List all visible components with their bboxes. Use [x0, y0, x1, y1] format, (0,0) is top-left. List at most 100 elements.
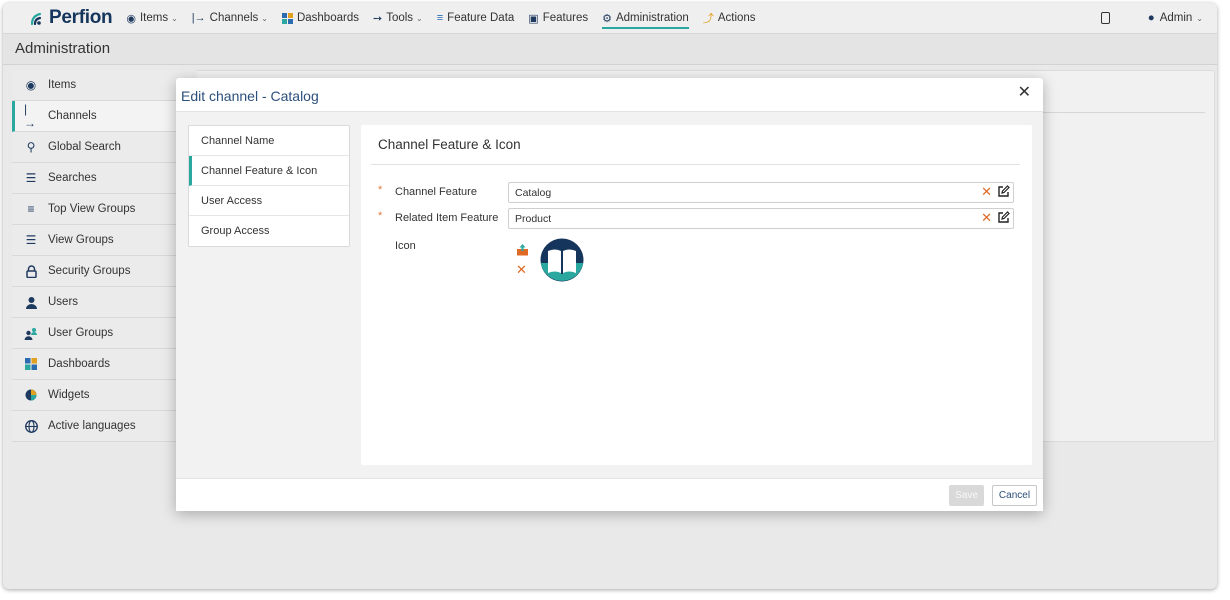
upload-icon[interactable]	[516, 243, 529, 256]
chevron-down-icon: ⌄	[171, 13, 178, 23]
page-header: Administration	[3, 33, 1217, 65]
perfion-logo[interactable]: Perfion	[29, 7, 113, 29]
save-button[interactable]: Save	[949, 485, 984, 506]
channel-feature-label: Channel Feature	[395, 186, 477, 198]
tab-channel-name[interactable]: Channel Name	[189, 126, 349, 156]
sidebar-item-label: Global Search	[48, 141, 121, 153]
globe-icon	[24, 419, 38, 433]
nav-items-label: Items	[139, 12, 169, 24]
sidebar-item-label: Channels	[48, 110, 97, 122]
channel-feature-field[interactable]: Catalog	[508, 182, 1014, 203]
nav-administration-label: Administration	[615, 12, 689, 24]
tab-label: Channel Name	[201, 134, 275, 147]
field-actions: ✕	[981, 185, 1010, 198]
dashboard-tiles-icon	[281, 12, 293, 24]
nav-feature-data-label: Feature Data	[447, 12, 515, 24]
sidebar-item-label: Top View Groups	[48, 203, 136, 215]
related-item-feature-value: Product	[515, 213, 552, 225]
divider	[1043, 112, 1205, 113]
searches-list-icon: ☰	[25, 171, 37, 185]
open-book-icon	[540, 238, 584, 282]
dashboard-tiles-icon	[24, 357, 38, 371]
nav-features[interactable]: ▣ Features	[528, 3, 588, 33]
user-icon: ●	[1147, 12, 1155, 24]
user-group-icon	[24, 326, 38, 340]
section-title: Channel Feature & Icon	[378, 137, 521, 152]
sidebar-item-items[interactable]: ◉ Items	[12, 70, 197, 101]
nav-items[interactable]: ◉ Items ⌄	[126, 3, 177, 33]
channel-arrow-icon: |→	[191, 12, 206, 24]
logo-text: Perfion	[49, 7, 113, 28]
edit-channel-dialog: Edit channel - Catalog ✕ Channel Name Ch…	[176, 78, 1043, 511]
view-groups-icon: ☰	[25, 233, 37, 247]
nav-features-label: Features	[542, 12, 589, 24]
dialog-tab-list: Channel Name Channel Feature & Icon User…	[188, 125, 350, 247]
tab-user-access[interactable]: User Access	[189, 186, 349, 216]
field-actions: ✕	[981, 211, 1010, 224]
sidebar-item-user-groups[interactable]: User Groups	[12, 318, 197, 349]
tab-group-access[interactable]: Group Access	[189, 216, 349, 246]
user-icon	[24, 295, 38, 309]
chevron-down-icon: ⌄	[261, 13, 268, 23]
related-item-feature-row: * Related Item Feature Product ✕	[361, 208, 1032, 230]
sidebar-item-widgets[interactable]: Widgets	[12, 380, 197, 411]
channel-feature-value: Catalog	[515, 187, 552, 199]
nav-dashboards-label: Dashboards	[296, 12, 359, 24]
icon-tools: ✕	[516, 243, 530, 276]
user-menu[interactable]: ● Admin ⌄	[1148, 12, 1203, 24]
cancel-button[interactable]: Cancel	[992, 485, 1037, 506]
top-navbar: Perfion ◉ Items ⌄ |→ Channels ⌄ Dashboar…	[3, 3, 1217, 33]
tab-label: Channel Feature & Icon	[201, 164, 318, 177]
dialog-body: Channel Name Channel Feature & Icon User…	[176, 112, 1043, 478]
cube-icon: ◉	[25, 78, 37, 92]
clear-icon[interactable]: ✕	[981, 211, 992, 224]
dialog-footer: Save Cancel	[176, 478, 1043, 511]
device-icon[interactable]	[1100, 12, 1110, 24]
nav-dashboards[interactable]: Dashboards	[281, 3, 359, 33]
tab-channel-feature-icon[interactable]: Channel Feature & Icon	[189, 156, 349, 186]
sidebar-item-label: Security Groups	[48, 265, 131, 277]
sidebar-item-label: Items	[48, 79, 77, 91]
cube-icon: ◉	[126, 12, 136, 25]
sidebar-item-users[interactable]: Users	[12, 287, 197, 318]
pie-chart-icon	[24, 388, 38, 402]
wrench-icon: ➙	[372, 12, 383, 25]
required-marker: *	[378, 210, 383, 222]
remove-icon[interactable]: ✕	[516, 263, 530, 276]
channel-feature-card: Channel Feature & Icon * Channel Feature…	[361, 125, 1032, 465]
channel-feature-row: * Channel Feature Catalog ✕	[361, 182, 1032, 204]
sidebar-item-active-languages[interactable]: Active languages	[12, 411, 197, 442]
related-item-feature-field[interactable]: Product	[508, 208, 1014, 229]
nav-administration[interactable]: ⚙ Administration	[602, 3, 689, 33]
sidebar-item-view-groups[interactable]: ☰ View Groups	[12, 225, 197, 256]
dialog-header: Edit channel - Catalog ✕	[176, 78, 1043, 112]
sidebar-item-label: Widgets	[48, 389, 90, 401]
edit-icon[interactable]	[997, 211, 1010, 224]
logo-mark-icon	[30, 12, 42, 26]
feature-list-icon: ≡	[436, 12, 444, 24]
edit-icon[interactable]	[997, 185, 1010, 198]
close-icon[interactable]: ✕	[1018, 85, 1031, 101]
nav-feature-data[interactable]: ≡ Feature Data	[437, 3, 515, 33]
channel-arrow-icon: |→	[24, 102, 36, 130]
nav-tools[interactable]: ➙ Tools ⌄	[373, 3, 423, 33]
search-icon: ⚲	[26, 140, 36, 154]
sidebar-item-security-groups[interactable]: Security Groups	[12, 256, 197, 287]
main-nav: ◉ Items ⌄ |→ Channels ⌄ Dashboards ➙ Too…	[126, 3, 769, 33]
sidebar-item-searches[interactable]: ☰ Searches	[12, 163, 197, 194]
clear-icon[interactable]: ✕	[981, 185, 992, 198]
user-menu-label: Admin	[1159, 12, 1193, 24]
sidebar-item-channels[interactable]: |→ Channels	[12, 101, 197, 132]
nav-channels-label: Channels	[209, 12, 259, 24]
sidebar-item-label: Active languages	[48, 420, 136, 432]
sidebar-item-top-view-groups[interactable]: ≡ Top View Groups	[12, 194, 197, 225]
actions-icon: ⤴	[702, 13, 714, 25]
nav-channels[interactable]: |→ Channels ⌄	[192, 3, 268, 33]
sidebar-item-dashboards[interactable]: Dashboards	[12, 349, 197, 380]
nav-actions[interactable]: ⤴ Actions	[703, 3, 756, 33]
sidebar-item-label: User Groups	[48, 327, 114, 339]
sidebar-item-global-search[interactable]: ⚲ Global Search	[12, 132, 197, 163]
tab-label: User Access	[201, 194, 263, 207]
chevron-down-icon: ⌄	[1196, 13, 1203, 23]
lock-icon	[24, 264, 38, 278]
